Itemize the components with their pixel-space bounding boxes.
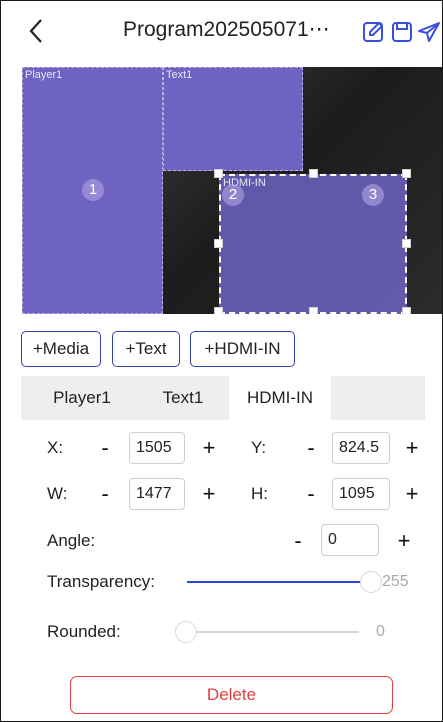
w-label: W: [47, 484, 68, 503]
transparency-value: 255 [382, 573, 409, 590]
y-plus-button[interactable]: + [397, 433, 427, 463]
h-input[interactable]: 1095 [332, 478, 390, 510]
resize-handle[interactable] [214, 239, 223, 248]
tab-player1[interactable]: Player1 [37, 376, 127, 420]
h-label: H: [251, 484, 268, 503]
tab-text1[interactable]: Text1 [143, 376, 223, 420]
rounded-label: Rounded: [47, 622, 121, 641]
page-title: Program202505071⋯ [123, 18, 330, 41]
x-input[interactable]: 1505 [129, 432, 185, 464]
y-label: Y: [251, 438, 267, 457]
window-number: 2 [222, 184, 244, 206]
x-label: X: [47, 438, 64, 457]
angle-plus-button[interactable]: + [389, 526, 419, 556]
angle-minus-button[interactable]: - [283, 526, 313, 556]
window-text1[interactable]: Text1 [163, 67, 303, 171]
properties-panel: Player1 Text1 HDMI-IN X: - 1505 + Y: - 8… [21, 376, 427, 721]
window-label: Text1 [166, 69, 193, 81]
window-number: 1 [82, 179, 104, 201]
send-icon[interactable] [417, 20, 441, 44]
x-minus-button[interactable]: - [90, 433, 120, 463]
resize-handle[interactable] [309, 307, 318, 314]
header: Program202505071⋯ [1, 1, 442, 63]
resize-handle[interactable] [402, 239, 411, 248]
add-text-button[interactable]: +Text [112, 331, 180, 367]
x-plus-button[interactable]: + [194, 433, 224, 463]
resize-handle[interactable] [402, 307, 411, 314]
add-media-button[interactable]: +Media [21, 331, 101, 367]
angle-label: Angle: [47, 531, 96, 550]
save-icon[interactable] [390, 20, 414, 44]
transparency-slider-track[interactable] [187, 581, 371, 583]
resize-handle[interactable] [214, 169, 223, 178]
h-minus-button[interactable]: - [296, 479, 326, 509]
window-label: Player1 [25, 69, 63, 81]
transparency-label: Transparency: [47, 572, 156, 591]
tab-hdmi-in[interactable]: HDMI-IN [229, 376, 331, 420]
window-hdmi-in[interactable]: HDMI-IN 2 3 [219, 174, 407, 314]
rounded-slider-track[interactable] [187, 631, 359, 633]
back-icon [29, 19, 42, 43]
angle-input[interactable]: 0 [321, 524, 379, 556]
layout-canvas[interactable]: Player1 1 Text1 HDMI-IN 2 3 [22, 67, 442, 314]
window-player1[interactable]: Player1 1 [22, 67, 163, 314]
h-plus-button[interactable]: + [397, 479, 427, 509]
rounded-slider-thumb[interactable] [175, 621, 197, 643]
add-hdmi-in-button[interactable]: +HDMI-IN [190, 331, 295, 367]
delete-button[interactable]: Delete [70, 676, 393, 714]
resize-handle[interactable] [309, 169, 318, 178]
window-number: 3 [362, 184, 384, 206]
edit-icon[interactable] [362, 20, 386, 44]
transparency-slider-thumb[interactable] [360, 571, 382, 593]
back-button[interactable] [23, 13, 49, 49]
y-input[interactable]: 824.5 [332, 432, 390, 464]
w-plus-button[interactable]: + [194, 479, 224, 509]
rounded-value: 0 [376, 623, 385, 640]
resize-handle[interactable] [402, 169, 411, 178]
w-minus-button[interactable]: - [90, 479, 120, 509]
y-minus-button[interactable]: - [296, 433, 326, 463]
w-input[interactable]: 1477 [129, 478, 185, 510]
app-frame: Program202505071⋯ Player1 1 Text1 HDMI-I… [0, 0, 443, 722]
resize-handle[interactable] [214, 307, 223, 314]
